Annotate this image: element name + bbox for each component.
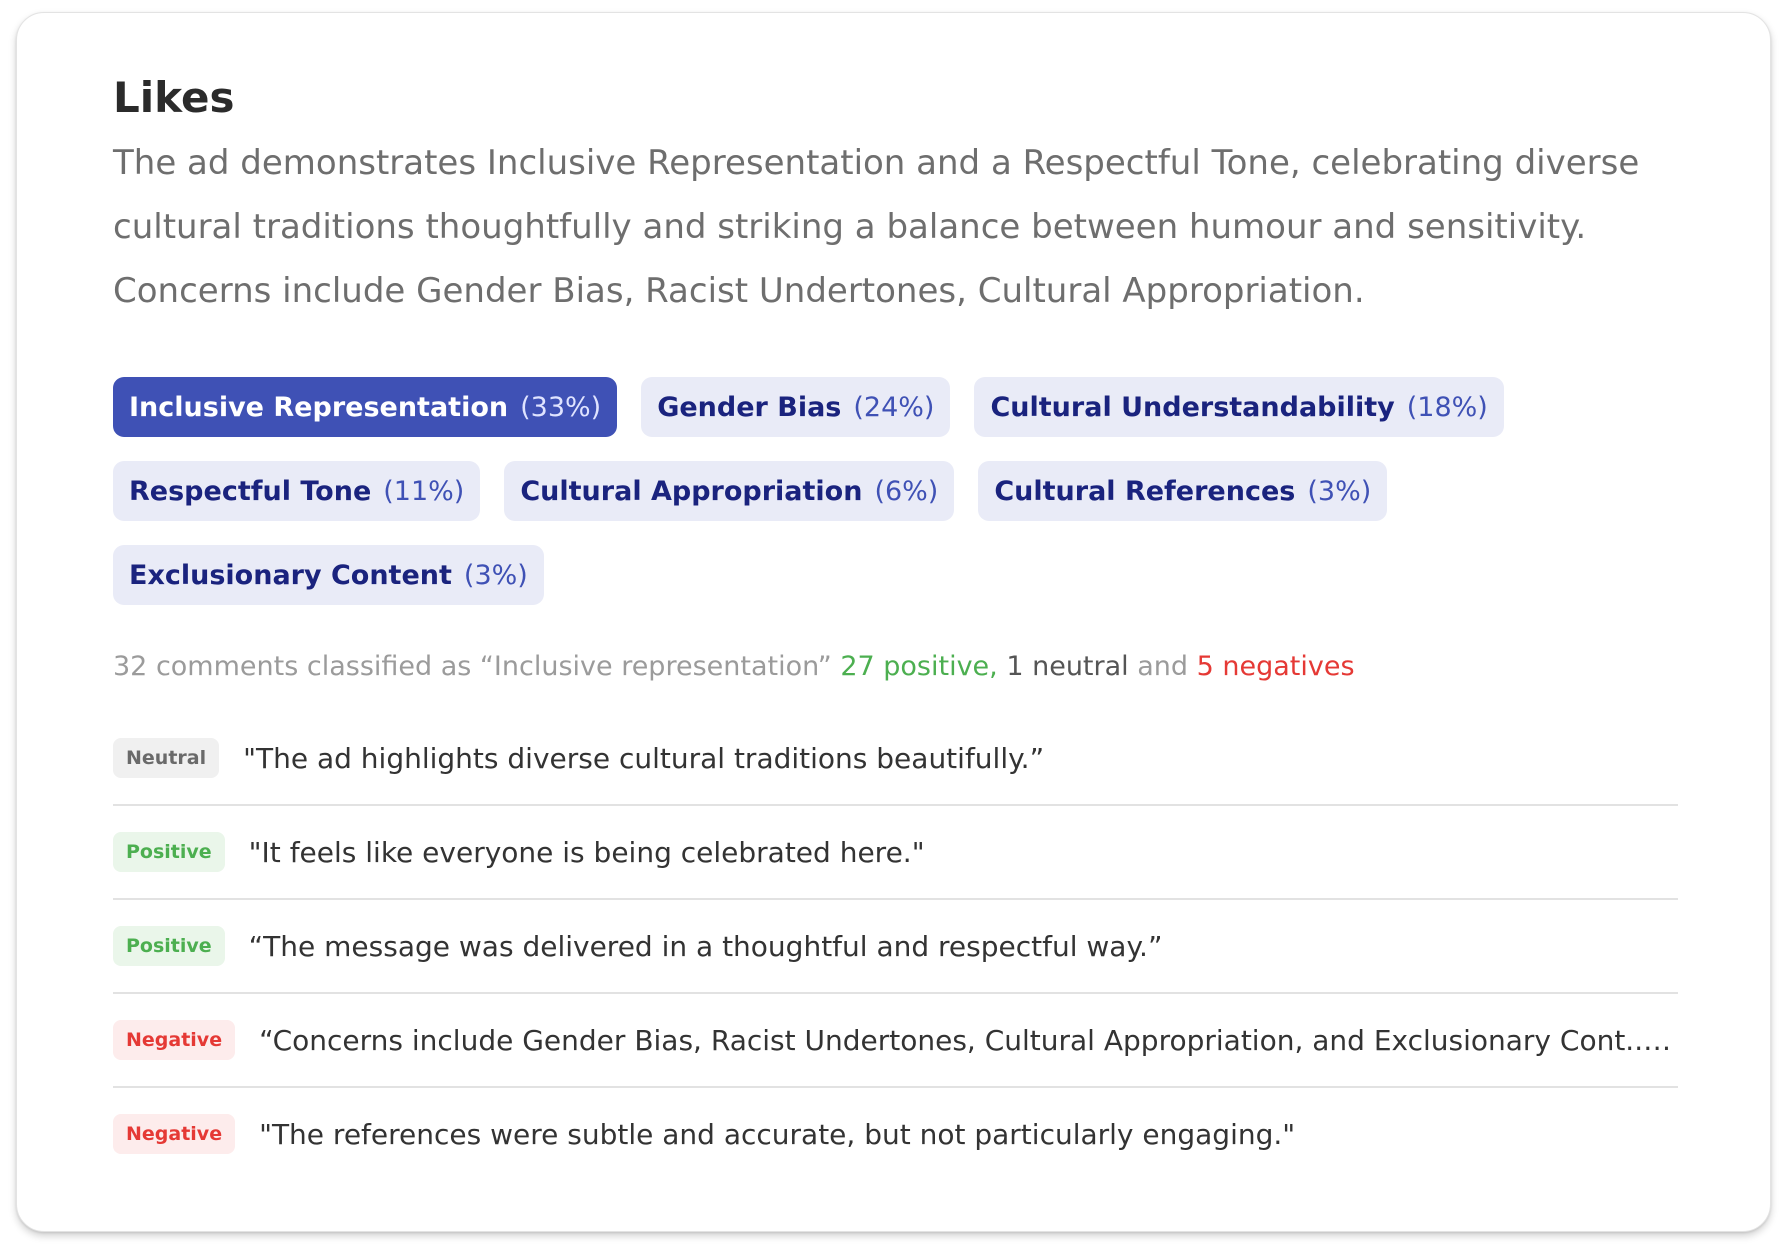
comment-text: "The ad highlights diverse cultural trad… xyxy=(243,741,1045,775)
chip-label: Inclusive Representation xyxy=(129,391,509,423)
neutral-count: 1 neutral xyxy=(997,651,1129,682)
chip-exclusionary-content[interactable]: Exclusionary Content (3%) xyxy=(113,545,544,605)
chip-cultural-references[interactable]: Cultural References (3%) xyxy=(978,461,1388,521)
chip-percentage: (11%) xyxy=(383,475,465,507)
chip-respectful-tone[interactable]: Respectful Tone (11%) xyxy=(113,461,481,521)
comment-text: "It feels like everyone is being celebra… xyxy=(248,835,925,869)
stats-prefix: 32 comments classified as “Inclusive rep… xyxy=(113,651,841,682)
comment-text: “Concerns include Gender Bias, Racist Un… xyxy=(259,1023,1678,1057)
card-summary: The ad demonstrates Inclusive Representa… xyxy=(113,143,1640,311)
category-chips: Inclusive Representation (33%) Gender Bi… xyxy=(113,377,1703,605)
chip-label: Cultural Understandability xyxy=(990,391,1395,423)
positive-count: 27 positive, xyxy=(840,651,998,682)
chip-label: Gender Bias xyxy=(657,391,842,423)
comment-list: Neutral "The ad highlights diverse cultu… xyxy=(113,712,1678,1180)
chip-label: Exclusionary Content xyxy=(129,559,452,591)
chip-label: Cultural References xyxy=(994,475,1296,507)
comment-row: Positive “The message was delivered in a… xyxy=(113,900,1678,994)
comment-row: Neutral "The ad highlights diverse cultu… xyxy=(113,712,1678,806)
sentiment-badge: Negative xyxy=(113,1114,236,1154)
comment-text: “The message was delivered in a thoughtf… xyxy=(248,929,1163,963)
classification-summary: 32 comments classified as “Inclusive rep… xyxy=(113,651,1676,682)
sentiment-badge: Positive xyxy=(113,926,225,966)
chip-percentage: (33%) xyxy=(520,391,602,423)
chip-cultural-understandability[interactable]: Cultural Understandability (18%) xyxy=(974,377,1504,437)
chip-percentage: (3%) xyxy=(463,559,528,591)
comment-row: Positive "It feels like everyone is bein… xyxy=(113,806,1678,900)
chip-label: Cultural Appropriation xyxy=(520,475,863,507)
sentiment-badge: Negative xyxy=(113,1020,236,1060)
sentiment-badge: Positive xyxy=(113,832,225,872)
chip-percentage: (24%) xyxy=(853,391,935,423)
comment-row: Negative “Concerns include Gender Bias, … xyxy=(113,994,1678,1088)
comment-row: Negative "The references were subtle and… xyxy=(113,1088,1678,1180)
stats-and: and xyxy=(1128,651,1197,682)
chip-percentage: (18%) xyxy=(1406,391,1488,423)
chip-gender-bias[interactable]: Gender Bias (24%) xyxy=(641,377,951,437)
sentiment-badge: Neutral xyxy=(113,738,220,778)
negative-count: 5 negatives xyxy=(1196,651,1355,682)
chip-percentage: (6%) xyxy=(874,475,939,507)
card-title: Likes xyxy=(113,73,235,122)
chip-cultural-appropriation[interactable]: Cultural Appropriation (6%) xyxy=(504,461,955,521)
chip-percentage: (3%) xyxy=(1307,475,1372,507)
likes-card: Likes The ad demonstrates Inclusive Repr… xyxy=(16,12,1771,1232)
comment-text: "The references were subtle and accurate… xyxy=(259,1117,1296,1151)
chip-inclusive-representation[interactable]: Inclusive Representation (33%) xyxy=(113,377,618,437)
chip-label: Respectful Tone xyxy=(129,475,372,507)
